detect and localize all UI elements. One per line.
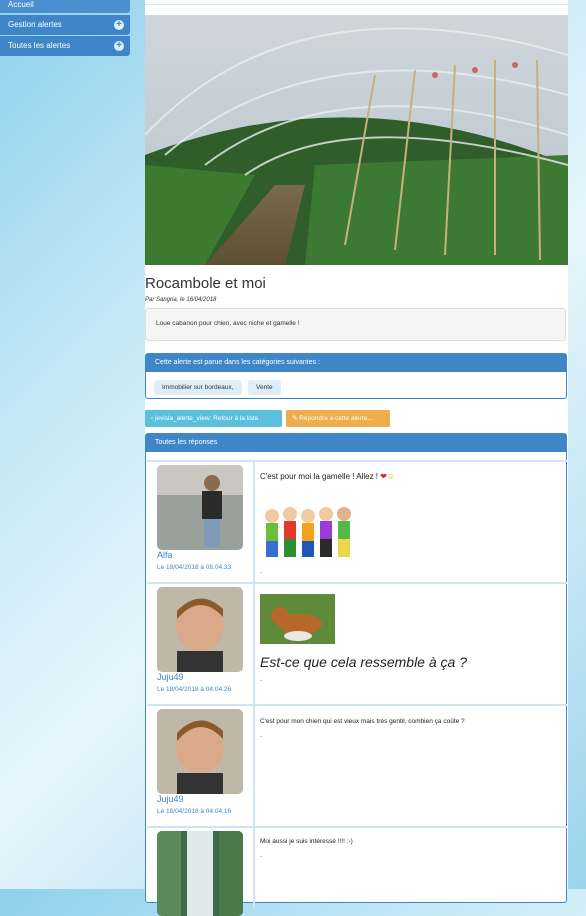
response-username[interactable]: Juju49 — [157, 794, 184, 804]
response-date: Le 18/04/2018 à 04.04.16 — [157, 808, 232, 815]
response-item: Juju49 Le 18/04/2018 à 04.04.16 C'est po… — [147, 704, 567, 826]
response-item: Juju49 Le 18/04/2018 à 04.04.26 Est-ce q… — [147, 582, 567, 704]
response-username[interactable]: Juju49 — [157, 672, 184, 682]
expand-plus-icon[interactable]: + — [114, 41, 124, 51]
avatar — [157, 465, 243, 550]
dog-photo — [260, 594, 335, 649]
side-menu: Accueil Gestion alertes + Toutes les ale… — [0, 0, 130, 57]
smiley-icon: ☺ — [386, 472, 396, 481]
response-author: Alfa Le 18/04/2018 à 08.04.33 — [147, 462, 255, 582]
alert-description: Loue cabanon pour chien, avec niche et g… — [145, 308, 566, 341]
heart-icon: ❤ — [380, 472, 387, 481]
menu-item-label: Accueil — [8, 0, 34, 9]
response-text-content: C'est pour moi la gamelle ! Allez ! — [260, 472, 379, 481]
menu-item-toutes-alertes[interactable]: Toutes les alertes + — [0, 36, 130, 56]
response-date: Le 18/04/2018 à 08.04.33 — [157, 564, 232, 571]
response-date: Le 18/04/2018 à 04.04.26 — [157, 686, 232, 693]
avatar — [157, 709, 243, 794]
reply-button-label: Répondre à cette alerte... — [299, 415, 373, 422]
response-item: Moi aussi je suis intéressé !!!! :-) . — [147, 826, 567, 916]
response-username[interactable]: Alfa — [157, 550, 173, 560]
response-text: C'est pour moi la gamelle ! Allez ! ❤☺ — [260, 472, 395, 481]
menu-item-accueil[interactable]: Accueil — [0, 0, 130, 13]
response-author: Juju49 Le 18/04/2018 à 04.04.26 — [147, 584, 255, 704]
categories-panel: Cette alerte est parue dans les catégori… — [145, 353, 567, 399]
kids-illustration — [260, 502, 360, 569]
alert-photo — [145, 15, 568, 265]
response-author — [147, 828, 255, 916]
alert-title: Rocambole et moi — [145, 275, 266, 292]
alert-byline: Par Sangria, le 16/04/2018 — [145, 297, 217, 303]
response-trailer: . — [260, 852, 262, 859]
back-to-list-button[interactable]: ‹ jevisla_alerte_view: Retour à la liste — [145, 410, 282, 427]
avatar — [157, 587, 243, 672]
responses-heading: Toutes les réponses — [146, 434, 566, 452]
response-trailer: . — [260, 732, 262, 739]
responses-panel: Toutes les réponses Alfa Le 18/04/2018 à… — [145, 433, 567, 916]
category-tag[interactable]: Immobilier sur bordeaux, — [154, 380, 242, 395]
response-item: Alfa Le 18/04/2018 à 08.04.33 C'est pour… — [147, 460, 567, 582]
response-text: C'est pour mon chien qui est vieux mais … — [260, 718, 465, 725]
response-text: Moi aussi je suis intéressé !!!! :-) — [260, 838, 353, 845]
menu-item-label: Toutes les alertes — [8, 41, 71, 50]
categories-heading: Cette alerte est parue dans les catégori… — [146, 354, 566, 372]
menu-item-label: Gestion alertes — [8, 20, 62, 29]
back-button-label: jevisla_alerte_view: Retour à la liste — [154, 415, 259, 422]
response-trailer: . — [260, 568, 262, 575]
top-divider — [145, 4, 568, 5]
expand-plus-icon[interactable]: + — [114, 20, 124, 30]
response-text: Est-ce que cela ressemble à ça ? — [260, 654, 467, 670]
category-tag[interactable]: Vente — [247, 380, 281, 395]
avatar — [157, 831, 243, 916]
response-trailer: . — [260, 676, 262, 683]
response-author: Juju49 Le 18/04/2018 à 04.04.16 — [147, 706, 255, 826]
main-content: Rocambole et moi Par Sangria, le 16/04/2… — [145, 0, 568, 916]
reply-button[interactable]: ✎ Répondre à cette alerte... — [286, 410, 390, 427]
menu-item-gestion-alertes[interactable]: Gestion alertes + — [0, 15, 130, 35]
